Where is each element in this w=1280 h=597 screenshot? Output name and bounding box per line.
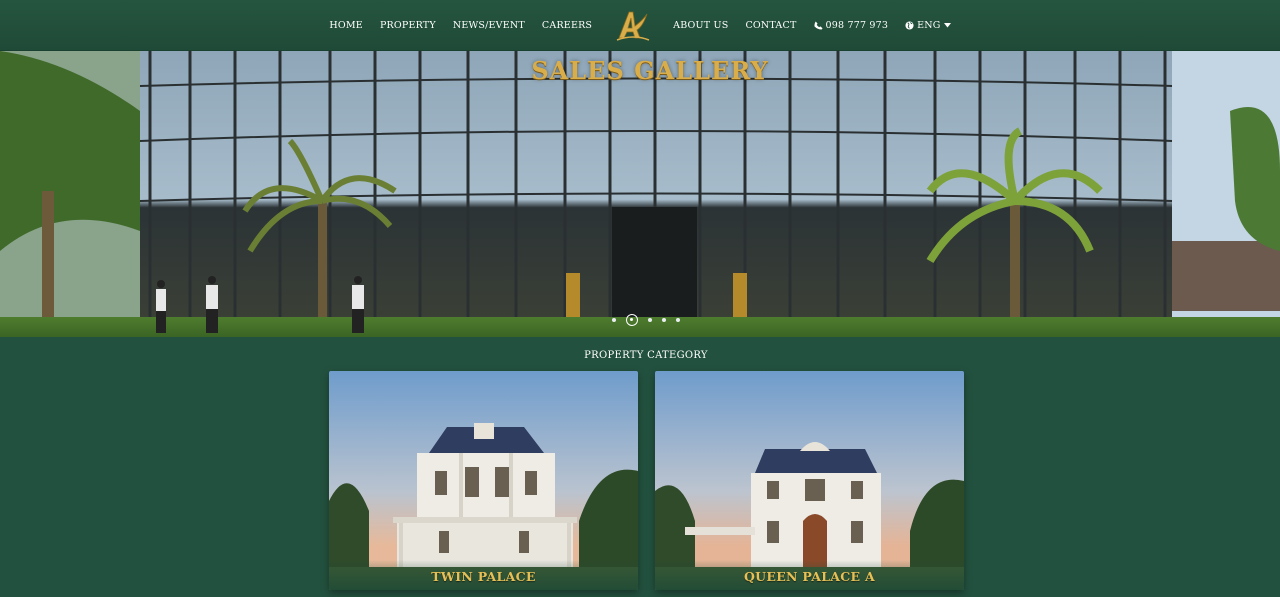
nav-property-link[interactable]: PROPERTY [371, 20, 444, 31]
queen-palace-a-image [655, 371, 964, 590]
phone-icon [813, 20, 823, 30]
twin-palace-image [329, 371, 638, 590]
sales-gallery-sign: SALES GALLERY [531, 56, 769, 85]
caret-down-icon [943, 22, 951, 27]
twin-palace-label[interactable]: TWIN PALACE [329, 569, 638, 584]
queen-palace-a-label[interactable]: QUEEN PALACE A [655, 569, 964, 584]
globe-icon [905, 20, 914, 30]
hero-image [0, 51, 1280, 337]
nav-home-link[interactable]: HOME [321, 20, 372, 31]
nav-contact-link[interactable]: CONTACT [737, 20, 805, 31]
nav-news-link[interactable]: NEWS/EVENT [444, 20, 533, 31]
slider-dot[interactable] [662, 318, 666, 322]
language-selector[interactable]: ENG [897, 20, 959, 31]
nav-phone-link[interactable]: 098 777 973 [805, 20, 897, 31]
brand-logo-mark [616, 11, 649, 41]
property-card-queen-palace-a[interactable]: QUEEN PALACE A [655, 371, 964, 590]
nav-careers-link[interactable]: CAREERS [533, 20, 600, 31]
language-label: ENG [917, 19, 941, 31]
slider-dot-active[interactable] [626, 314, 638, 326]
property-category-title: PROPERTY CATEGORY [584, 350, 708, 361]
slider-dot[interactable] [676, 318, 680, 322]
brand-logo[interactable] [613, 5, 653, 45]
phone-number: 098 777 973 [825, 19, 889, 31]
slider-dot[interactable] [612, 318, 616, 322]
property-card-twin-palace[interactable]: TWIN PALACE [329, 371, 638, 590]
hero-slider[interactable]: SALES GALLERY [0, 51, 1280, 337]
top-navigation: HOME PROPERTY NEWS/EVENT CAREERS ABOUT U… [0, 0, 1280, 51]
nav-about-link[interactable]: ABOUT US [665, 20, 737, 31]
slider-dot[interactable] [648, 318, 652, 322]
slider-dots [612, 314, 680, 326]
